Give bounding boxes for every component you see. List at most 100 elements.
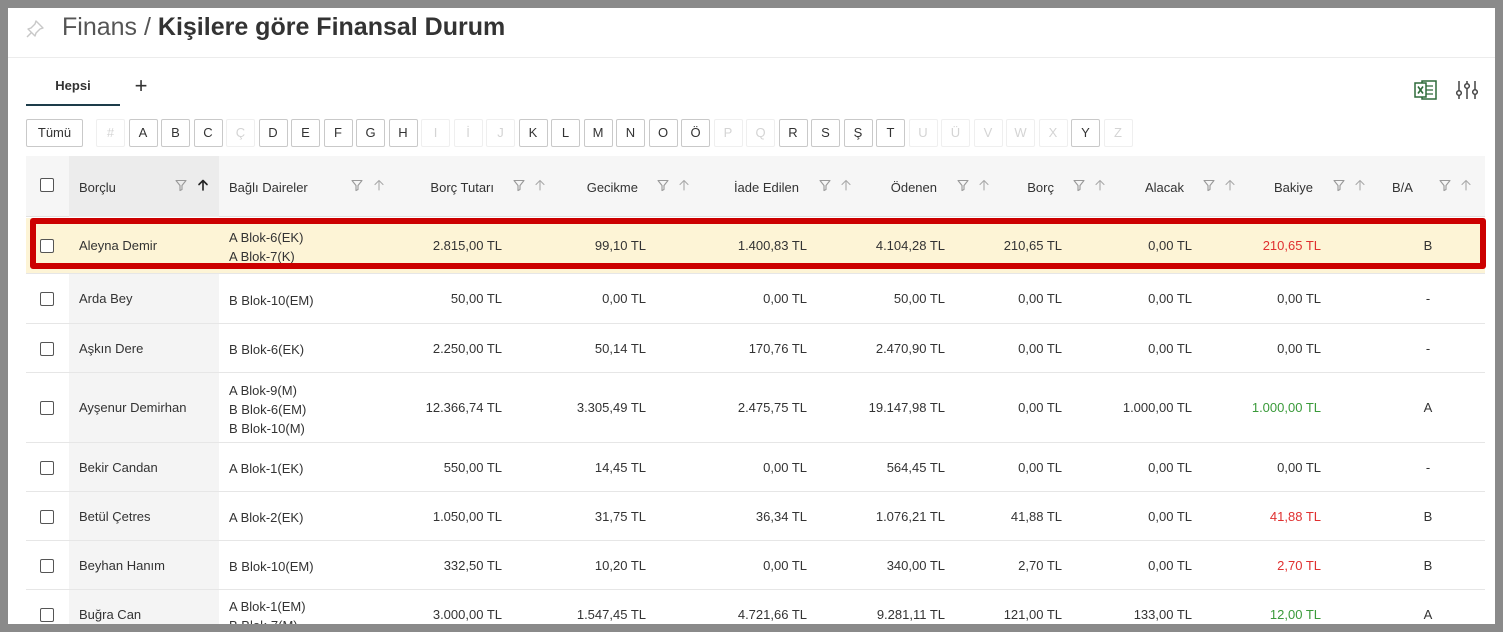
row-checkbox[interactable]: [40, 401, 54, 415]
letter-filter-button[interactable]: L: [551, 119, 580, 147]
row-checkbox[interactable]: [40, 460, 54, 475]
borclu-cell[interactable]: Aleyna Demir: [79, 238, 157, 253]
letter-filter-button[interactable]: Ö: [681, 119, 710, 147]
borc-tutari-cell: 332,50 TL: [443, 557, 502, 573]
column-header-gecikme[interactable]: Gecikme: [587, 180, 638, 195]
sort-arrow-icon[interactable]: [977, 178, 991, 192]
bagli-daireler-cell: B Blok-10(EM): [229, 291, 314, 310]
table-row[interactable]: Betül Çetres A Blok-2(EK) 1.050,00 TL 31,75…: [26, 492, 1485, 541]
filter-icon[interactable]: [956, 178, 970, 192]
sort-arrow-icon[interactable]: [196, 178, 210, 192]
row-checkbox[interactable]: [40, 509, 54, 524]
filter-icon[interactable]: [350, 178, 364, 192]
gecikme-cell: 99,10 TL: [594, 238, 646, 253]
borclu-cell[interactable]: Ayşenur Demirhan: [79, 400, 186, 415]
sort-arrow-icon[interactable]: [372, 178, 386, 192]
letter-filter-button[interactable]: N: [616, 119, 645, 147]
borclu-cell[interactable]: Bekir Candan: [79, 460, 158, 475]
borclu-cell[interactable]: Betül Çetres: [79, 509, 151, 524]
filter-icon[interactable]: [656, 178, 670, 192]
row-checkbox[interactable]: [40, 292, 54, 306]
column-header-borc[interactable]: Borç: [1027, 180, 1054, 195]
gecikme-cell: 3.305,49 TL: [576, 400, 646, 415]
bagli-daireler-cell: A Blok-2(EK): [229, 508, 303, 527]
filter-icon[interactable]: [1332, 178, 1346, 192]
bagli-daireler-cell: A Blok-9(M) B Blok-6(EM) B Blok-10(M): [229, 381, 306, 438]
row-checkbox[interactable]: [40, 558, 54, 573]
row-checkbox[interactable]: [40, 607, 54, 622]
column-header-borc-tutari[interactable]: Borç Tutarı: [430, 180, 494, 195]
borclu-cell[interactable]: Arda Bey: [79, 291, 132, 306]
sort-arrow-icon[interactable]: [1353, 178, 1367, 192]
sort-arrow-icon[interactable]: [839, 178, 853, 192]
letter-filter-button[interactable]: O: [648, 119, 678, 147]
bagli-daireler-cell: A Blok-1(EM) B Blok-7(M): [229, 597, 306, 625]
filter-icon[interactable]: [1202, 178, 1216, 192]
bagli-daireler-cell: B Blok-10(EM): [229, 557, 314, 576]
letter-filter-button[interactable]: E: [291, 119, 320, 147]
table-row[interactable]: Ayşenur Demirhan A Blok-9(M) B Blok-6(EM) B…: [26, 373, 1485, 443]
table-row[interactable]: Beyhan Hanım B Blok-10(EM) 332,50 TL 10,20 …: [26, 541, 1485, 590]
select-all-checkbox[interactable]: [40, 178, 54, 192]
column-header-borclu[interactable]: Borçlu: [79, 180, 116, 195]
column-header-odenen[interactable]: Ödenen: [891, 180, 937, 195]
letter-filter-button[interactable]: B: [161, 119, 190, 147]
column-header-bagli-daireler[interactable]: Bağlı Daireler: [229, 180, 308, 195]
sort-arrow-icon[interactable]: [1459, 178, 1473, 192]
letter-filter-button[interactable]: S: [811, 119, 840, 147]
letter-filter-button[interactable]: T: [876, 119, 905, 147]
column-header-iade-edilen[interactable]: İade Edilen: [734, 180, 799, 195]
borc-tutari-cell: 12.366,74 TL: [425, 400, 502, 415]
add-tab-button[interactable]: +: [129, 74, 153, 98]
page-title-text: Kişilere göre Finansal Durum: [157, 13, 506, 41]
borclu-cell[interactable]: Buğra Can: [79, 607, 141, 622]
letter-filter-button[interactable]: F: [323, 119, 353, 147]
letter-filter-button[interactable]: H: [388, 119, 418, 147]
daire-item: A Blok-1(EK): [229, 461, 304, 476]
table-row[interactable]: Bekir Candan A Blok-1(EK) 550,00 TL 14,45 T…: [26, 443, 1485, 492]
pin-icon[interactable]: [24, 18, 46, 40]
column-header-ba[interactable]: B/A: [1392, 180, 1413, 195]
odenen-cell: 2.470,90 TL: [875, 340, 945, 356]
gecikme-cell: 14,45 TL: [594, 459, 646, 475]
column-header-bakiye[interactable]: Bakiye: [1274, 180, 1313, 195]
letter-filter-button[interactable]: Y: [1071, 119, 1100, 147]
borclu-cell[interactable]: Aşkın Dere: [79, 341, 143, 356]
breadcrumb-finans[interactable]: Finans: [62, 13, 137, 41]
filter-icon[interactable]: [1438, 178, 1452, 192]
filter-icon[interactable]: [174, 178, 188, 192]
sliders-icon[interactable]: [1454, 78, 1480, 102]
bakiye-cell: 210,65 TL: [1262, 238, 1321, 253]
table-row[interactable]: Aleyna Demir A Blok-6(EK) A Blok-7(K) 2.815…: [26, 218, 1485, 274]
letter-filter-button[interactable]: K: [518, 119, 548, 147]
column-header-alacak[interactable]: Alacak: [1145, 180, 1184, 195]
letter-filter-all[interactable]: Tümü: [26, 119, 83, 147]
letter-filter-button[interactable]: M: [583, 119, 613, 147]
row-checkbox[interactable]: [40, 239, 54, 253]
excel-export-icon[interactable]: [1413, 78, 1439, 102]
sort-arrow-icon[interactable]: [533, 178, 547, 192]
letter-filter-button[interactable]: G: [356, 119, 385, 147]
filter-icon[interactable]: [818, 178, 832, 192]
sort-arrow-icon[interactable]: [677, 178, 691, 192]
letter-filter-button[interactable]: Ş: [843, 119, 873, 147]
letter-filter-button[interactable]: C: [193, 119, 223, 147]
alacak-cell: 133,00 TL: [1133, 606, 1192, 622]
borc-cell: 0,00 TL: [1018, 291, 1062, 306]
table-row[interactable]: Arda Bey B Blok-10(EM) 50,00 TL 0,00 TL 0,00…: [26, 274, 1485, 324]
letter-filter-button[interactable]: D: [258, 119, 288, 147]
borc-tutari-cell: 2.250,00 TL: [432, 340, 502, 356]
daire-item: B Blok-10(EM): [229, 559, 314, 574]
sort-arrow-icon[interactable]: [1223, 178, 1237, 192]
filter-icon[interactable]: [1072, 178, 1086, 192]
filter-icon[interactable]: [512, 178, 526, 192]
sort-arrow-icon[interactable]: [1093, 178, 1107, 192]
borclu-cell[interactable]: Beyhan Hanım: [79, 558, 165, 573]
letter-filter-button[interactable]: A: [128, 119, 158, 147]
row-checkbox[interactable]: [40, 341, 54, 356]
letter-filter-button[interactable]: R: [778, 119, 808, 147]
table-row[interactable]: Aşkın Dere B Blok-6(EK) 2.250,00 TL 50,14 T…: [26, 324, 1485, 373]
tab-hepsi[interactable]: Hepsi: [26, 70, 120, 106]
ba-cell: B: [1423, 508, 1433, 524]
table-row[interactable]: Buğra Can A Blok-1(EM) B Blok-7(M) 3.000,00…: [26, 590, 1485, 624]
